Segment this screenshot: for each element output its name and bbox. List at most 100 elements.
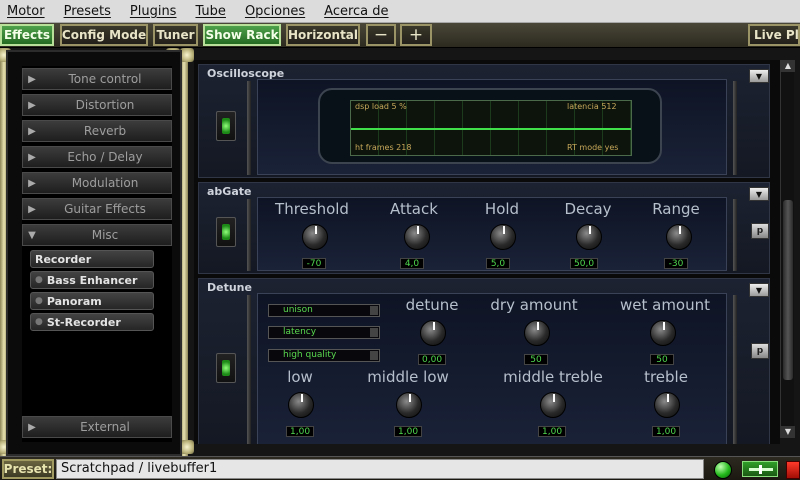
middle-low-value[interactable]: 1,00 bbox=[394, 426, 423, 437]
expand-arrow-icon: ▶ bbox=[28, 177, 36, 189]
tuner-button[interactable]: Tuner bbox=[153, 24, 198, 46]
detune-value[interactable]: 0,00 bbox=[418, 354, 447, 365]
menu-acerca-de[interactable]: Acerca de bbox=[321, 2, 391, 21]
range-knob[interactable] bbox=[666, 224, 692, 250]
zoom-in-button[interactable]: + bbox=[400, 24, 432, 46]
config-mode-button[interactable]: Config Mode bbox=[60, 24, 148, 46]
attack-label: Attack bbox=[390, 200, 438, 218]
jack-mixer-button[interactable] bbox=[742, 461, 778, 477]
plugin-loaded-icon: ● bbox=[35, 275, 43, 285]
scope-grid: dsp load 5 % latencia 512 ht frames 218 … bbox=[350, 100, 632, 156]
hold-value[interactable]: 5,0 bbox=[486, 258, 510, 269]
middle-low-knob[interactable] bbox=[396, 392, 422, 418]
frame-cap bbox=[180, 440, 194, 454]
scroll-down-icon[interactable]: ▼ bbox=[781, 426, 795, 438]
decay-value[interactable]: 50,0 bbox=[570, 258, 599, 269]
plugin-loaded-icon: ● bbox=[35, 317, 43, 327]
latency-select[interactable]: latency bbox=[268, 326, 380, 339]
unit-separator bbox=[247, 199, 251, 271]
menu-opciones[interactable]: Opciones bbox=[242, 2, 308, 21]
category-label: Distortion bbox=[75, 98, 135, 112]
dsp-load-readout: dsp load 5 % bbox=[355, 102, 407, 111]
menu-tube[interactable]: Tube bbox=[192, 2, 228, 21]
category-reverb[interactable]: ▶ Reverb bbox=[22, 120, 172, 142]
scope-screen: dsp load 5 % latencia 512 ht frames 218 … bbox=[318, 88, 662, 164]
power-switch[interactable] bbox=[216, 217, 236, 247]
plugin-category-list: ▶ Tone control ▶ Distortion ▶ Reverb ▶ E… bbox=[22, 66, 172, 442]
live-play-button[interactable]: Live Pla bbox=[748, 24, 800, 46]
unit-menu-button[interactable]: ▼ bbox=[749, 69, 769, 83]
category-external[interactable]: ▶ External bbox=[22, 416, 172, 438]
quality-select[interactable]: high quality bbox=[268, 349, 380, 362]
wet-amount-value[interactable]: 50 bbox=[650, 354, 674, 365]
low-value[interactable]: 1,00 bbox=[286, 426, 315, 437]
mode-select[interactable]: unison bbox=[268, 304, 380, 317]
hold-knob[interactable] bbox=[490, 224, 516, 250]
treble-knob[interactable] bbox=[654, 392, 680, 418]
category-distortion[interactable]: ▶ Distortion bbox=[22, 94, 172, 116]
power-switch[interactable] bbox=[216, 111, 236, 141]
attack-knob[interactable] bbox=[404, 224, 430, 250]
threshold-label: Threshold bbox=[275, 200, 349, 218]
plugin-panoram[interactable]: ● Panoram bbox=[30, 292, 154, 310]
wet-amount-label: wet amount bbox=[619, 296, 711, 314]
menu-presets[interactable]: Presets bbox=[61, 2, 114, 21]
plugin-st-recorder[interactable]: ● St-Recorder bbox=[30, 313, 154, 331]
rack-scrollbar[interactable]: ▲ ▼ bbox=[780, 60, 795, 438]
unit-menu-button[interactable]: ▼ bbox=[749, 283, 769, 297]
horizontal-button[interactable]: Horizontal bbox=[286, 24, 360, 46]
plugin-bass-enhancer[interactable]: ● Bass Enhancer bbox=[30, 271, 154, 289]
show-rack-button[interactable]: Show Rack bbox=[203, 24, 281, 46]
guitarix-window: Motor Presets Plugins Tube Opciones Acer… bbox=[0, 0, 800, 480]
decay-knob[interactable] bbox=[576, 224, 602, 250]
collapse-arrow-icon: ▼ bbox=[28, 229, 36, 241]
unit-title: abGate bbox=[207, 185, 252, 198]
expand-arrow-icon: ▶ bbox=[28, 99, 36, 111]
frames-readout: ht frames 218 bbox=[355, 143, 412, 152]
threshold-knob[interactable] bbox=[302, 224, 328, 250]
middle-treble-knob[interactable] bbox=[540, 392, 566, 418]
power-switch[interactable] bbox=[216, 353, 236, 383]
unit-separator bbox=[733, 295, 737, 444]
scroll-thumb[interactable] bbox=[783, 200, 793, 380]
toolbar: Effects Config Mode Tuner Show Rack Hori… bbox=[0, 23, 800, 48]
category-guitar-effects[interactable]: ▶ Guitar Effects bbox=[22, 198, 172, 220]
decay-label: Decay bbox=[564, 200, 612, 218]
unit-menu-button[interactable]: ▼ bbox=[749, 187, 769, 201]
low-knob[interactable] bbox=[288, 392, 314, 418]
middle-treble-value[interactable]: 1,00 bbox=[538, 426, 567, 437]
plugin-label: Panoram bbox=[46, 294, 102, 308]
rt-mode-readout: RT mode yes bbox=[567, 143, 619, 152]
unit-preset-button[interactable]: p bbox=[751, 223, 769, 239]
category-label: External bbox=[80, 420, 130, 434]
treble-value[interactable]: 1,00 bbox=[652, 426, 681, 437]
wet-amount-knob[interactable] bbox=[650, 320, 676, 346]
zoom-out-button[interactable]: − bbox=[366, 24, 396, 46]
category-tone-control[interactable]: ▶ Tone control bbox=[22, 68, 172, 90]
category-modulation[interactable]: ▶ Modulation bbox=[22, 172, 172, 194]
category-echo-delay[interactable]: ▶ Echo / Delay bbox=[22, 146, 172, 168]
preset-label: Preset: bbox=[2, 459, 54, 479]
plugin-loaded-icon: ● bbox=[35, 296, 43, 306]
plugin-label: Bass Enhancer bbox=[46, 273, 138, 287]
menu-motor[interactable]: Motor bbox=[4, 2, 48, 21]
expand-arrow-icon: ▶ bbox=[28, 203, 36, 215]
dry-amount-knob[interactable] bbox=[524, 320, 550, 346]
plugin-browser: ▶ Tone control ▶ Distortion ▶ Reverb ▶ E… bbox=[6, 50, 182, 456]
attack-value[interactable]: 4,0 bbox=[400, 258, 424, 269]
mute-button[interactable] bbox=[786, 461, 800, 479]
category-label: Guitar Effects bbox=[64, 202, 146, 216]
plugin-recorder[interactable]: Recorder bbox=[30, 250, 154, 268]
category-label: Tone control bbox=[68, 72, 142, 86]
menu-plugins[interactable]: Plugins bbox=[127, 2, 180, 21]
scroll-up-icon[interactable]: ▲ bbox=[781, 60, 795, 72]
effects-button[interactable]: Effects bbox=[0, 24, 54, 46]
preset-name-field[interactable]: Scratchpad / livebuffer1 bbox=[56, 459, 704, 479]
unit-preset-button[interactable]: p bbox=[751, 343, 769, 359]
threshold-value[interactable]: -70 bbox=[302, 258, 326, 269]
detune-knob[interactable] bbox=[420, 320, 446, 346]
category-misc[interactable]: ▼ Misc bbox=[22, 224, 172, 246]
dry-amount-value[interactable]: 50 bbox=[524, 354, 548, 365]
plugin-label: Recorder bbox=[35, 252, 92, 266]
range-value[interactable]: -30 bbox=[664, 258, 688, 269]
